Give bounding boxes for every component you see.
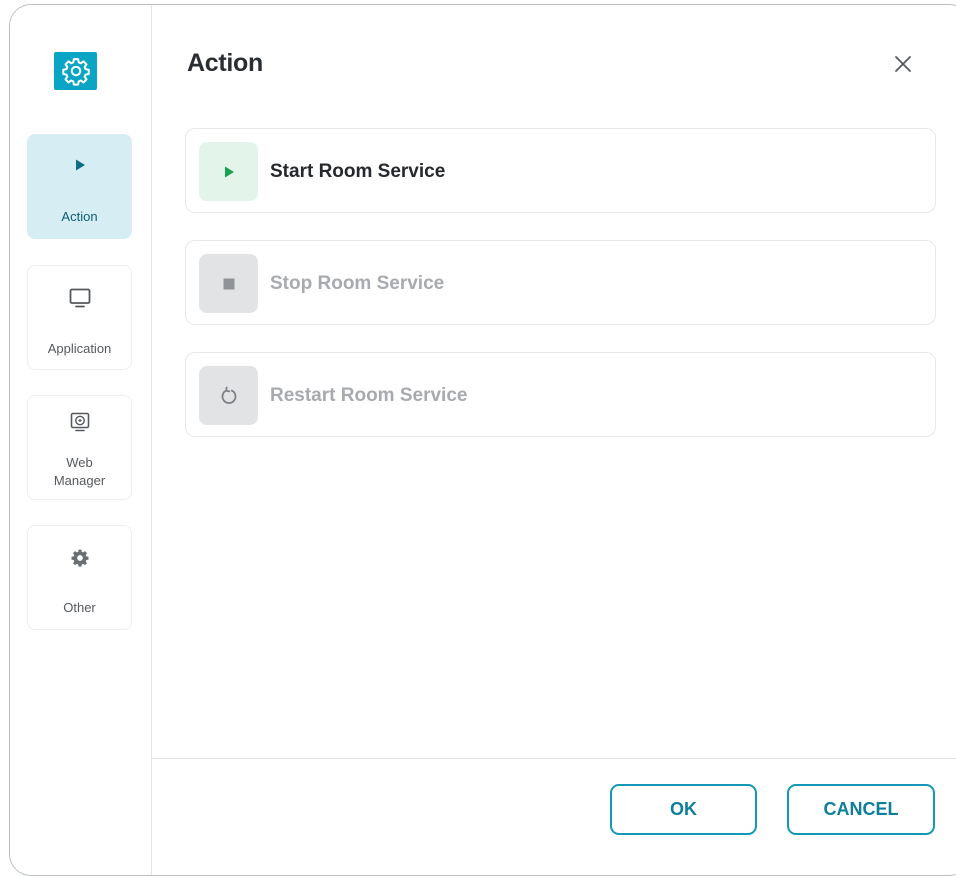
action-label: Restart Room Service: [270, 385, 468, 406]
start-room-service-button[interactable]: Start Room Service: [185, 128, 936, 213]
close-icon: [895, 56, 911, 72]
sidebar-item-label: Other: [63, 600, 96, 615]
sidebar-item-other[interactable]: Other: [27, 525, 132, 630]
action-dialog: Action Application Web Manager Other Act…: [9, 4, 956, 876]
close-button[interactable]: [890, 51, 916, 77]
action-label: Stop Room Service: [270, 273, 445, 294]
play-icon: [28, 153, 131, 177]
ok-button[interactable]: OK: [610, 784, 757, 835]
cancel-button[interactable]: CANCEL: [787, 784, 935, 835]
sidebar-item-action[interactable]: Action: [27, 134, 132, 239]
web-manager-icon: [28, 410, 131, 434]
sidebar: Action Application Web Manager Other: [10, 5, 152, 875]
sidebar-item-label: Application: [47, 341, 112, 356]
app-logo: [54, 52, 97, 90]
footer-divider: [152, 758, 956, 759]
sidebar-item-web-manager[interactable]: Web Manager: [27, 395, 132, 500]
restart-room-service-button[interactable]: Restart Room Service: [185, 352, 936, 437]
sidebar-item-application[interactable]: Application: [27, 265, 132, 370]
page-title: Action: [187, 49, 263, 77]
gear-icon: [61, 58, 90, 86]
stop-room-service-button[interactable]: Stop Room Service: [185, 240, 936, 325]
sidebar-item-label: Web Manager: [53, 455, 106, 488]
sidebar-item-label: Action: [61, 209, 98, 224]
gear-icon: [28, 546, 131, 570]
stop-icon: [199, 254, 258, 313]
play-icon: [199, 142, 258, 201]
restart-icon: [199, 366, 258, 425]
action-label: Start Room Service: [270, 161, 446, 182]
monitor-icon: [28, 286, 131, 310]
